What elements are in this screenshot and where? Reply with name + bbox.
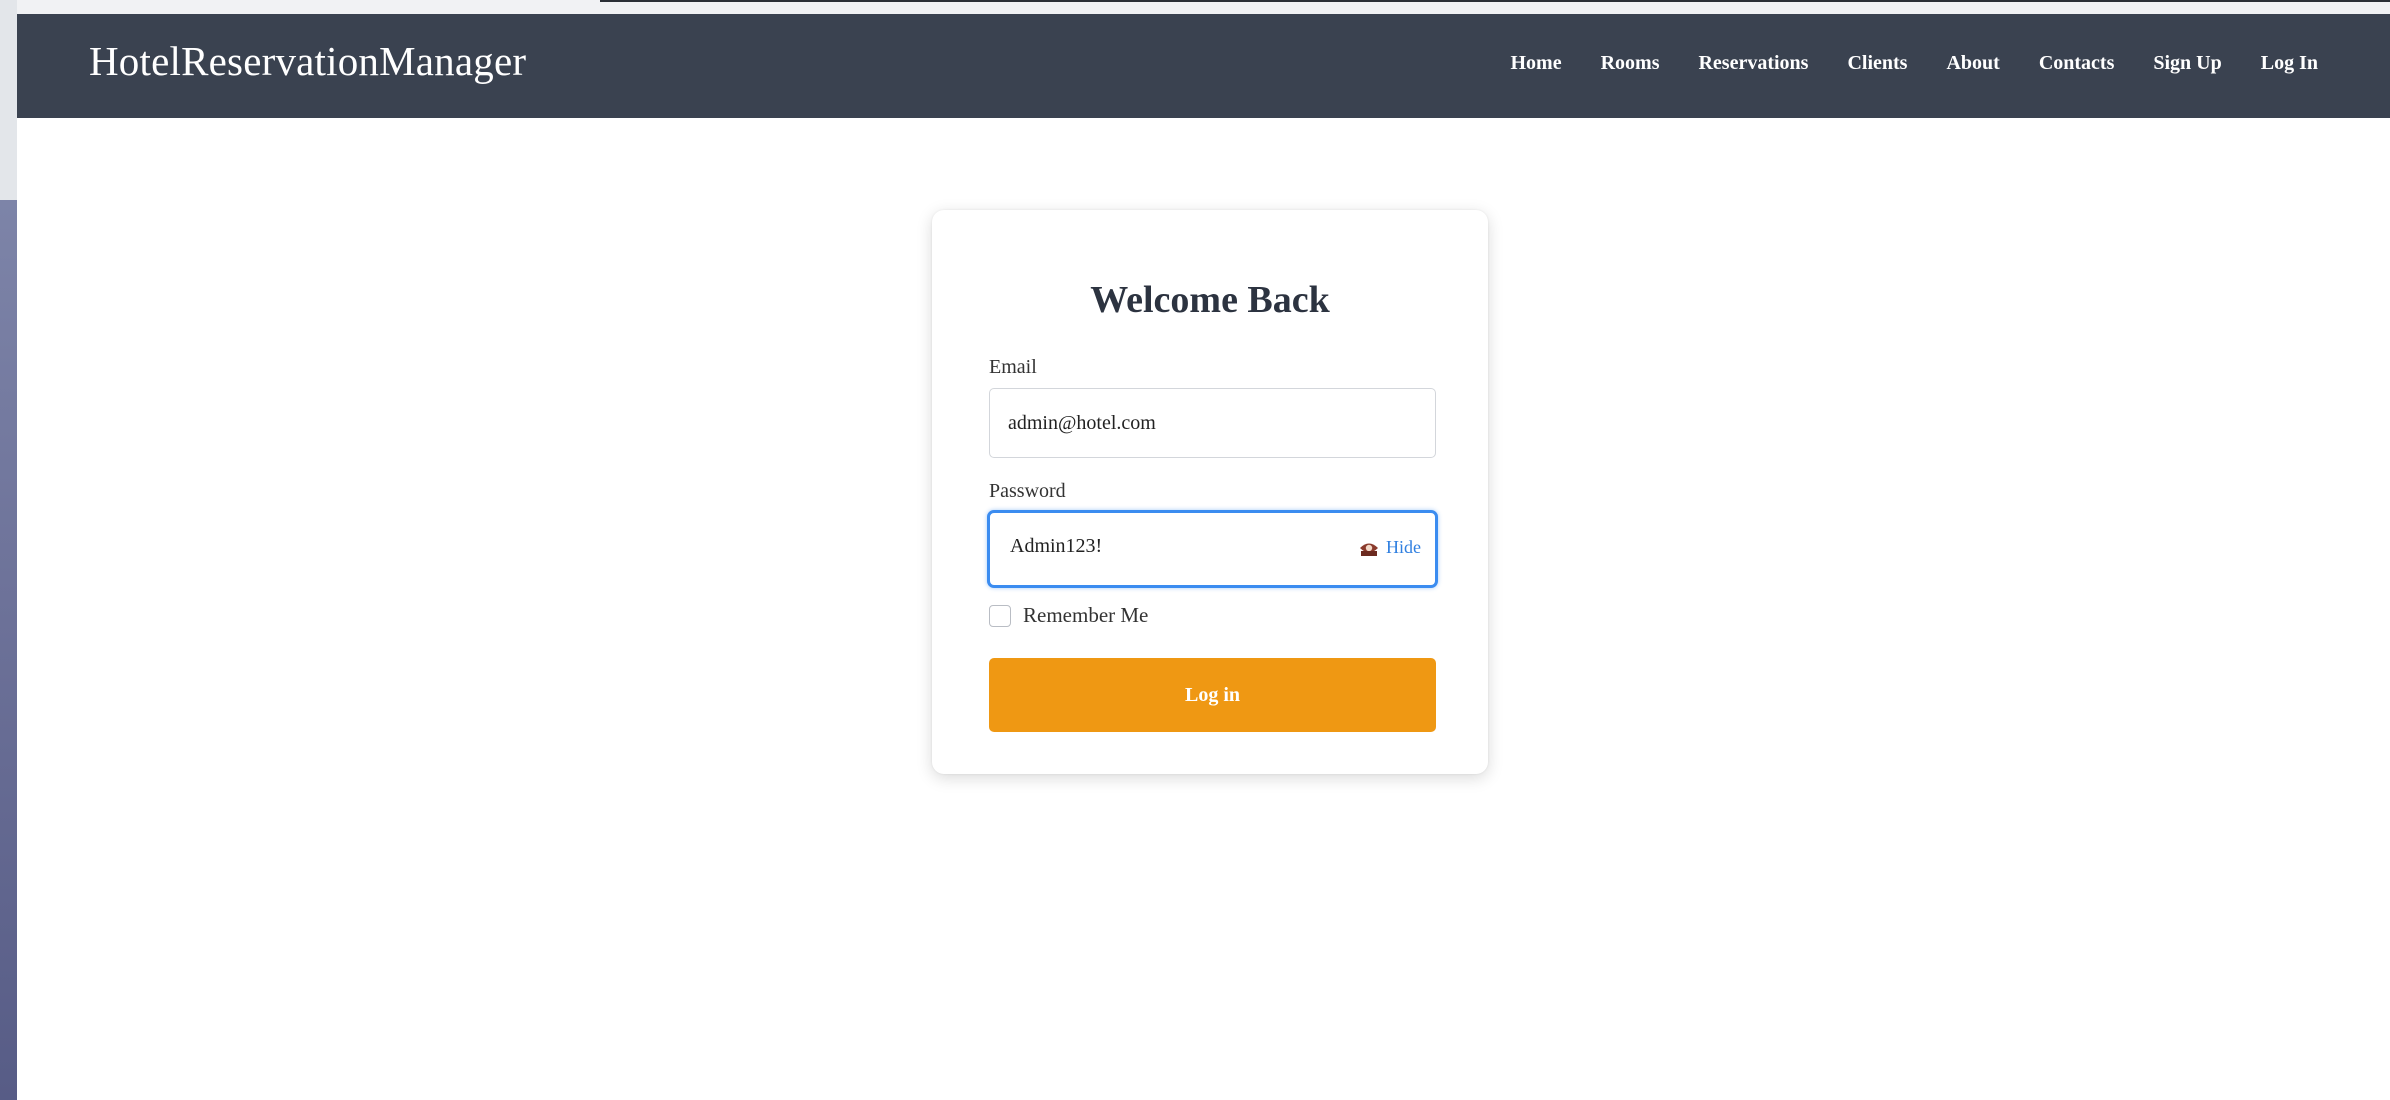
remember-me-label[interactable]: Remember Me <box>1023 603 1148 628</box>
main-nav: Home Rooms Reservations Clients About Co… <box>1511 52 2319 75</box>
password-label: Password <box>989 480 1066 502</box>
login-card: Welcome Back Email Password Admin123! Hi… <box>932 210 1488 774</box>
password-visibility-toggle[interactable]: Hide <box>1358 537 1421 558</box>
hidden-eye-icon <box>1360 543 1378 556</box>
nav-reservations[interactable]: Reservations <box>1698 52 1808 75</box>
password-value: Admin123! <box>1010 535 1103 557</box>
nav-log-in[interactable]: Log In <box>2261 52 2318 75</box>
nav-rooms[interactable]: Rooms <box>1601 52 1660 75</box>
nav-home[interactable]: Home <box>1511 52 1562 75</box>
brand-logo[interactable]: HotelReservationManager <box>89 37 526 85</box>
nav-clients[interactable]: Clients <box>1847 52 1907 75</box>
desktop-left-edge <box>0 0 17 1100</box>
nav-sign-up[interactable]: Sign Up <box>2153 52 2221 75</box>
email-label: Email <box>989 356 1037 378</box>
nav-contacts[interactable]: Contacts <box>2039 52 2115 75</box>
login-title: Welcome Back <box>1090 279 1330 321</box>
remember-me-row: Remember Me <box>989 603 1148 628</box>
log-in-button[interactable]: Log in <box>989 658 1436 732</box>
remember-me-checkbox[interactable] <box>989 604 1011 627</box>
app-window: HotelReservationManager Home Rooms Reser… <box>17 14 2390 1100</box>
nav-about[interactable]: About <box>1946 52 1999 75</box>
top-navbar: HotelReservationManager Home Rooms Reser… <box>17 14 2390 118</box>
password-field[interactable]: Admin123! Hide <box>987 510 1438 588</box>
browser-tab-edge <box>600 0 2390 2</box>
hide-password-link[interactable]: Hide <box>1386 537 1421 558</box>
email-field[interactable] <box>989 388 1436 458</box>
browser-top-edge <box>0 0 2390 14</box>
